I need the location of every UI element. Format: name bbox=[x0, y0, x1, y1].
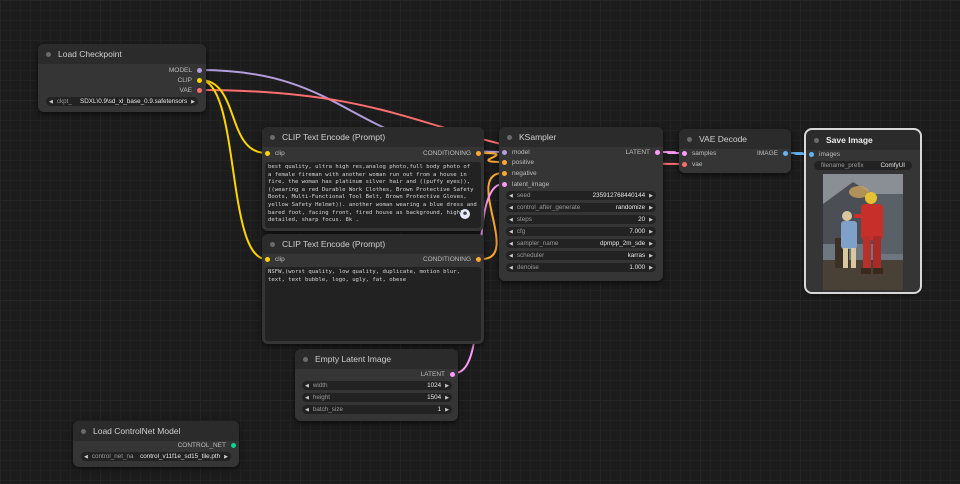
widget-height[interactable]: ◀ height 1504 ▶ bbox=[302, 393, 452, 402]
prompt-textarea[interactable]: best quality, ultra high res,analog phot… bbox=[265, 162, 481, 228]
node-ksampler[interactable]: KSampler model positive negative latent_… bbox=[499, 127, 663, 281]
arrow-right-icon[interactable]: ▶ bbox=[649, 241, 653, 247]
output-latent[interactable]: LATENT bbox=[626, 148, 660, 157]
node-title: Load ControlNet Model bbox=[93, 426, 181, 436]
arrow-right-icon[interactable]: ▶ bbox=[649, 229, 653, 235]
arrow-left-icon[interactable]: ◀ bbox=[84, 454, 88, 460]
arrow-right-icon[interactable]: ▶ bbox=[191, 99, 195, 105]
node-title: KSampler bbox=[519, 132, 557, 142]
arrow-right-icon[interactable]: ▶ bbox=[649, 205, 653, 211]
arrow-left-icon[interactable]: ◀ bbox=[509, 217, 513, 223]
widget-scheduler[interactable]: ◀ scheduler karras ▶ bbox=[506, 251, 656, 260]
input-samples[interactable]: samples bbox=[682, 149, 716, 158]
output-vae[interactable]: VAE bbox=[179, 86, 202, 95]
collapse-dot-icon[interactable] bbox=[687, 136, 692, 142]
output-clip[interactable]: CLIP bbox=[178, 76, 202, 85]
output-conditioning[interactable]: CONDITIONING bbox=[423, 255, 481, 264]
collapse-dot-icon[interactable] bbox=[46, 51, 51, 57]
node-header[interactable]: Empty Latent Image bbox=[295, 349, 458, 369]
arrow-left-icon[interactable]: ◀ bbox=[509, 253, 513, 259]
collapse-dot-icon[interactable] bbox=[270, 134, 275, 140]
node-title: Save Image bbox=[826, 135, 873, 145]
output-model[interactable]: MODEL bbox=[169, 66, 202, 75]
widget-seed[interactable]: ◀ seed 235912768440144 ▶ bbox=[506, 191, 656, 200]
output-latent[interactable]: LATENT bbox=[421, 370, 455, 379]
node-title: CLIP Text Encode (Prompt) bbox=[282, 132, 386, 142]
arrow-right-icon[interactable]: ▶ bbox=[224, 454, 228, 460]
collapse-dot-icon[interactable] bbox=[303, 356, 308, 362]
assistant-bubble-icon[interactable]: ☻ bbox=[460, 209, 470, 219]
arrow-left-icon[interactable]: ◀ bbox=[509, 229, 513, 235]
ckpt-name-combo[interactable]: ◀ ckpt_ SDXL\0.9\sd_xl_base_0.9.safetens… bbox=[46, 97, 198, 106]
node-header[interactable]: Load ControlNet Model bbox=[73, 421, 239, 441]
node-header[interactable]: CLIP Text Encode (Prompt) bbox=[262, 234, 484, 254]
widget-batch-size[interactable]: ◀ batch_size 1 ▶ bbox=[302, 405, 452, 414]
input-model[interactable]: model bbox=[502, 148, 530, 157]
input-clip[interactable]: clip bbox=[265, 149, 285, 158]
node-title: CLIP Text Encode (Prompt) bbox=[282, 239, 386, 249]
arrow-right-icon[interactable]: ▶ bbox=[649, 253, 653, 259]
input-images[interactable]: images bbox=[809, 150, 840, 159]
output-control-net[interactable]: CONTROL_NET bbox=[178, 441, 236, 450]
generated-image-preview[interactable] bbox=[823, 174, 903, 290]
arrow-left-icon[interactable]: ◀ bbox=[509, 193, 513, 199]
node-load-checkpoint[interactable]: Load Checkpoint MODEL CLIP VAE ◀ ckpt_ S… bbox=[38, 44, 206, 112]
node-load-controlnet-model[interactable]: Load ControlNet Model CONTROL_NET ◀ cont… bbox=[73, 421, 239, 467]
output-conditioning[interactable]: CONDITIONING bbox=[423, 149, 481, 158]
collapse-dot-icon[interactable] bbox=[814, 137, 819, 143]
collapse-dot-icon[interactable] bbox=[270, 241, 275, 247]
node-vae-decode[interactable]: VAE Decode samples vae IMAGE bbox=[679, 129, 791, 173]
arrow-right-icon[interactable]: ▶ bbox=[649, 265, 653, 271]
filename-prefix-field[interactable]: filename_prefix ComfyUI bbox=[814, 161, 912, 170]
input-clip[interactable]: clip bbox=[265, 255, 285, 264]
collapse-dot-icon[interactable] bbox=[81, 428, 86, 434]
arrow-right-icon[interactable]: ▶ bbox=[445, 395, 449, 401]
widget-control-after-generate[interactable]: ◀ control_after_generate randomize ▶ bbox=[506, 203, 656, 212]
arrow-left-icon[interactable]: ◀ bbox=[49, 99, 53, 105]
node-title: VAE Decode bbox=[699, 134, 748, 144]
arrow-right-icon[interactable]: ▶ bbox=[445, 407, 449, 413]
input-negative[interactable]: negative bbox=[502, 169, 537, 178]
arrow-left-icon[interactable]: ◀ bbox=[509, 205, 513, 211]
node-title: Empty Latent Image bbox=[315, 354, 392, 364]
widget-steps[interactable]: ◀ steps 20 ▶ bbox=[506, 215, 656, 224]
node-clip-text-encode-positive[interactable]: CLIP Text Encode (Prompt) clip CONDITION… bbox=[262, 127, 484, 231]
node-clip-text-encode-negative[interactable]: CLIP Text Encode (Prompt) clip CONDITION… bbox=[262, 234, 484, 344]
arrow-left-icon[interactable]: ◀ bbox=[305, 407, 309, 413]
node-empty-latent-image[interactable]: Empty Latent Image LATENT ◀ width 1024 ▶ ◀ he… bbox=[295, 349, 458, 421]
collapse-dot-icon[interactable] bbox=[507, 134, 512, 140]
node-header[interactable]: Load Checkpoint bbox=[38, 44, 206, 64]
node-title: Load Checkpoint bbox=[58, 49, 122, 59]
input-latent-image[interactable]: latent_image bbox=[502, 180, 549, 189]
node-header[interactable]: CLIP Text Encode (Prompt) bbox=[262, 127, 484, 147]
node-header[interactable]: KSampler bbox=[499, 127, 663, 147]
widget-denoise[interactable]: ◀ denoise 1.000 ▶ bbox=[506, 263, 656, 272]
output-image[interactable]: IMAGE bbox=[757, 149, 788, 158]
prompt-textarea[interactable]: NSFW,(worst quality, low quality, duplic… bbox=[265, 267, 481, 341]
arrow-right-icon[interactable]: ▶ bbox=[649, 193, 653, 199]
arrow-left-icon[interactable]: ◀ bbox=[305, 395, 309, 401]
arrow-right-icon[interactable]: ▶ bbox=[649, 217, 653, 223]
widget-cfg[interactable]: ◀ cfg 7.000 ▶ bbox=[506, 227, 656, 236]
arrow-left-icon[interactable]: ◀ bbox=[509, 265, 513, 271]
node-header[interactable]: Save Image bbox=[806, 130, 920, 150]
input-positive[interactable]: positive bbox=[502, 158, 534, 167]
widget-sampler-name[interactable]: ◀ sampler_name dpmpp_2m_sde ▶ bbox=[506, 239, 656, 248]
node-save-image[interactable]: Save Image images filename_prefix ComfyU… bbox=[804, 128, 922, 294]
arrow-left-icon[interactable]: ◀ bbox=[305, 383, 309, 389]
control-net-name-combo[interactable]: ◀ control_net_na control_v11f1e_sd15_til… bbox=[81, 452, 231, 461]
widget-width[interactable]: ◀ width 1024 ▶ bbox=[302, 381, 452, 390]
node-header[interactable]: VAE Decode bbox=[679, 129, 791, 149]
input-vae[interactable]: vae bbox=[682, 160, 702, 169]
arrow-left-icon[interactable]: ◀ bbox=[509, 241, 513, 247]
arrow-right-icon[interactable]: ▶ bbox=[445, 383, 449, 389]
